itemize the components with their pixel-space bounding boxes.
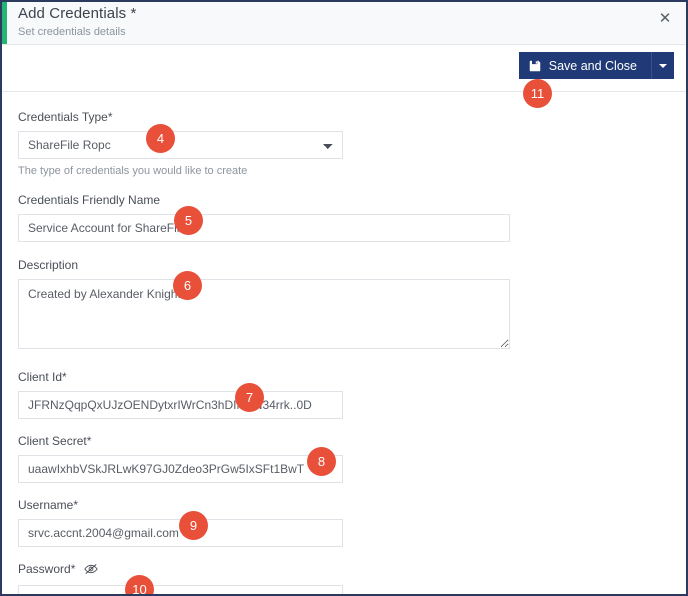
field-client-id: Client Id* 7	[2, 370, 686, 419]
add-credentials-dialog: Add Credentials * Set credentials detail…	[0, 0, 688, 596]
friendly-name-label: Credentials Friendly Name	[18, 193, 670, 207]
page-title: Add Credentials *	[18, 5, 136, 22]
annotation-badge-4: 4	[146, 124, 175, 153]
close-icon[interactable]: ✕	[654, 8, 676, 30]
save-and-close-button[interactable]: Save and Close	[519, 52, 674, 79]
save-dropdown-toggle[interactable]	[651, 52, 674, 79]
save-floppy-icon	[529, 60, 541, 72]
friendly-name-input[interactable]	[18, 214, 510, 242]
annotation-badge-11: 11	[523, 79, 552, 108]
password-input[interactable]	[18, 585, 343, 596]
client-id-input[interactable]	[18, 391, 343, 419]
field-description: Description Created by Alexander Knight …	[2, 258, 686, 354]
annotation-badge-6: 6	[173, 271, 202, 300]
credentials-form: Credentials Type* ShareFile Ropc The typ…	[2, 92, 686, 593]
header-accent-bar	[2, 2, 7, 44]
client-secret-input[interactable]	[18, 455, 343, 483]
page-subtitle: Set credentials details	[18, 26, 126, 38]
field-client-secret: Client Secret* 8	[2, 434, 686, 483]
credentials-type-label: Credentials Type*	[18, 110, 670, 124]
dialog-header: Add Credentials * Set credentials detail…	[2, 2, 686, 45]
save-and-close-label: Save and Close	[549, 59, 637, 73]
annotation-badge-8: 8	[307, 447, 336, 476]
description-label: Description	[18, 258, 670, 272]
chevron-down-icon	[659, 64, 667, 68]
annotation-badge-7: 7	[235, 383, 264, 412]
field-friendly-name: Credentials Friendly Name 5	[2, 193, 686, 242]
credentials-type-select[interactable]: ShareFile Ropc	[18, 131, 343, 159]
password-label-text: Password*	[18, 562, 75, 576]
save-and-close-main[interactable]: Save and Close	[519, 52, 651, 79]
password-label: Password*	[18, 562, 670, 578]
credentials-type-helper: The type of credentials you would like t…	[18, 165, 670, 177]
dialog-toolbar: Save and Close 11	[2, 45, 686, 92]
annotation-badge-5: 5	[174, 206, 203, 235]
eye-slash-icon[interactable]	[84, 563, 98, 578]
field-credentials-type: Credentials Type* ShareFile Ropc The typ…	[2, 110, 686, 177]
field-username: Username* 9	[2, 498, 686, 547]
client-secret-label: Client Secret*	[18, 434, 670, 448]
annotation-badge-10: 10	[125, 575, 154, 596]
client-id-label: Client Id*	[18, 370, 670, 384]
username-label: Username*	[18, 498, 670, 512]
description-textarea[interactable]: Created by Alexander Knight	[18, 279, 510, 349]
annotation-badge-9: 9	[179, 511, 208, 540]
field-password: Password* 10	[2, 562, 686, 596]
